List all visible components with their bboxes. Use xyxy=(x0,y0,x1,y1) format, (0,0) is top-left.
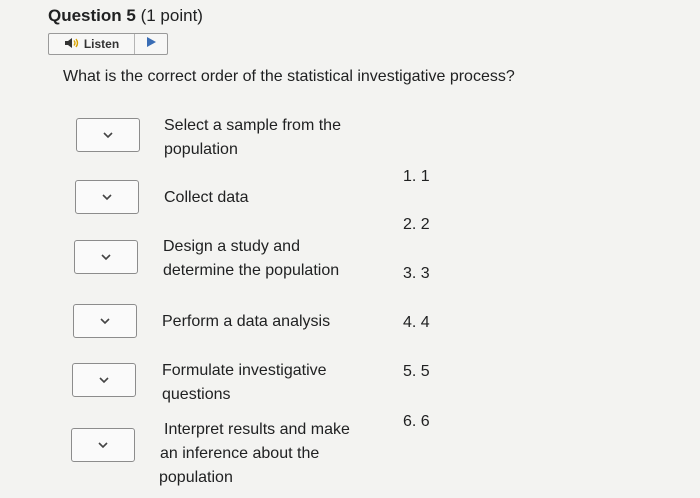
question-title: Question 5 (1 point) xyxy=(48,6,203,26)
order-select-6[interactable] xyxy=(71,428,135,462)
list-item: Collect data xyxy=(164,186,249,210)
chevron-down-icon xyxy=(102,188,112,206)
list-item: Interpret results and make an inference … xyxy=(159,418,350,490)
list-item: Formulate investigative questions xyxy=(162,359,327,407)
item-text-line: determine the population xyxy=(163,262,340,279)
item-text-line: Interpret results and make xyxy=(164,421,350,438)
list-item: Perform a data analysis xyxy=(162,310,330,334)
chevron-down-icon xyxy=(103,126,113,144)
chevron-down-icon xyxy=(101,248,111,266)
order-select-1[interactable] xyxy=(76,118,140,152)
listen-label: Listen xyxy=(83,37,120,51)
item-text-line: population xyxy=(164,141,238,158)
item-text-line: an inference about the xyxy=(160,445,320,462)
chevron-down-icon xyxy=(98,436,108,454)
order-select-5[interactable] xyxy=(72,363,136,397)
order-select-4[interactable] xyxy=(73,304,137,338)
chevron-down-icon xyxy=(99,371,109,389)
item-text-line: population xyxy=(159,469,233,486)
option-6: 6. 6 xyxy=(403,413,430,430)
list-item: Design a study and determine the populat… xyxy=(163,235,339,283)
listen-widget: Listen xyxy=(48,33,168,55)
question-number: Question 5 xyxy=(48,6,136,25)
item-text-line: Formulate investigative xyxy=(162,362,327,379)
play-icon xyxy=(145,35,157,53)
option-2: 2. 2 xyxy=(403,216,430,233)
chevron-down-icon xyxy=(100,312,110,330)
play-button[interactable] xyxy=(135,34,167,54)
option-5: 5. 5 xyxy=(403,363,430,380)
order-select-3[interactable] xyxy=(74,240,138,274)
item-text-line: Perform a data analysis xyxy=(162,313,331,330)
listen-button[interactable]: Listen xyxy=(49,34,135,54)
speaker-icon xyxy=(64,37,80,52)
item-text-line: questions xyxy=(162,386,231,403)
order-select-2[interactable] xyxy=(75,180,139,214)
option-3: 3. 3 xyxy=(403,265,430,282)
list-item: Select a sample from the population xyxy=(164,114,341,162)
item-text-line: Select a sample from the xyxy=(164,117,341,134)
option-4: 4. 4 xyxy=(403,314,430,331)
option-1: 1. 1 xyxy=(403,168,430,185)
item-text-line: Design a study and xyxy=(163,238,300,255)
question-points: (1 point) xyxy=(140,6,203,25)
question-prompt: What is the correct order of the statist… xyxy=(63,68,515,85)
item-text-line: Collect data xyxy=(164,189,249,206)
